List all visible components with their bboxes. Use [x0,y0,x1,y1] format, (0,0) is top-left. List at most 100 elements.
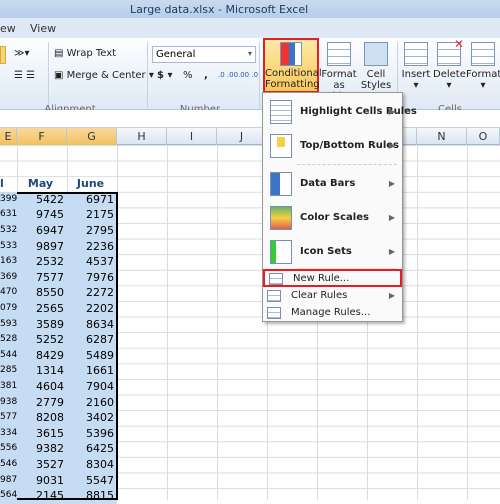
delete-button[interactable]: ✕ Delete ▾ [433,38,466,91]
data-cell[interactable]: 593 [0,316,17,333]
menu-item-top-bottom-rules[interactable]: Top/Bottom Rules ▶ [263,131,402,165]
menu-item-icon-sets[interactable]: Icon Sets ▶ [263,237,402,267]
data-cell[interactable]: 334 [0,425,17,442]
submenu-arrow-icon: ▶ [388,213,395,222]
color-scales-icon [270,206,292,230]
currency-button[interactable]: $ ▾ [157,70,172,81]
comma-button[interactable]: , [204,70,208,81]
menu-item-highlight-cells-rules[interactable]: Highlight Cells Rules ▶ [263,97,417,127]
window-title: Large data.xlsx - Microsoft Excel [130,3,309,16]
data-cell[interactable]: 285 [0,363,17,379]
column-header-j[interactable]: J [217,128,267,145]
percent-button[interactable]: % [183,70,193,81]
menu-item-clear-rules[interactable]: Clear Rules ▶ [263,288,402,304]
decrease-decimal-button[interactable]: .00 .0 [238,71,258,79]
column-header-o[interactable]: O [467,128,500,145]
menu-separator [297,164,397,165]
column-title[interactable]: May [17,176,67,192]
tab-review[interactable]: ew [0,22,16,35]
ribbon: ≫▾ ☰ ☰ ▤ Wrap Text ▣ Merge & Center ▾ Al… [0,38,500,115]
clear-rules-label: Clear Rules [291,290,348,301]
column-headers: EFGHIJKLMNO [0,128,500,145]
column-header-g[interactable]: G [67,128,117,145]
clear-rules-icon [267,290,281,302]
manage-rules-label: Manage Rules... [291,307,371,318]
insert-button[interactable]: Insert ▾ [400,42,432,91]
data-cell[interactable]: 938 [0,394,17,411]
submenu-arrow-icon: ▶ [388,247,395,256]
new-rule-icon [269,273,283,285]
number-format-value: General [156,49,196,60]
column-header-h[interactable]: H [117,128,167,145]
delete-label: Delete [433,69,466,80]
conditional-formatting-icon [280,42,302,66]
data-cell[interactable]: 556 [0,441,17,457]
data-cell[interactable]: 528 [0,332,17,348]
delete-cells-icon: ✕ [437,38,464,66]
orientation-icon[interactable]: ≫▾ [14,48,30,59]
cell-styles-label-1: Cell [366,69,386,80]
menu-item-data-bars[interactable]: Data Bars ▶ [263,169,402,199]
data-cell[interactable]: 381 [0,379,17,395]
new-rule-label: New Rule... [293,273,350,284]
merge-center-label: Merge & Center ▾ [66,70,154,81]
manage-rules-icon [267,307,281,319]
wrap-text-button[interactable]: ▤ Wrap Text [54,48,116,59]
data-cell[interactable]: 564 [0,488,17,504]
highlight-cells-icon [270,100,292,124]
data-cell[interactable]: 577 [0,410,17,426]
align-button[interactable] [0,46,6,64]
column-title[interactable]: l [0,176,17,192]
column-title[interactable]: June [67,176,117,192]
data-cell[interactable]: 470 [0,285,17,301]
conditional-formatting-menu: Highlight Cells Rules ▶ Top/Bottom Rules ▶ D… [262,92,417,322]
data-cell[interactable]: 532 [0,223,17,239]
conditional-formatting-button[interactable]: Conditional Formatting ▾ [263,38,322,101]
cell-styles-icon [364,42,388,66]
menu-item-label: Data Bars [300,178,356,189]
menu-item-new-rule[interactable]: New Rule... [263,269,402,287]
format-as-table-icon [327,42,351,66]
data-cell[interactable]: 546 [0,457,17,473]
increase-decimal-button[interactable]: .0 .00 [218,71,238,79]
conditional-formatting-label-1: Conditional [265,68,322,79]
submenu-arrow-icon: ▶ [388,179,395,188]
data-cell[interactable]: 079 [0,301,17,317]
submenu-arrow-icon: ▶ [388,141,395,150]
data-bars-icon [270,172,292,196]
merge-center-button[interactable]: ▣ Merge & Center ▾ [54,70,154,81]
wrap-text-label: Wrap Text [66,48,117,59]
menu-item-label: Color Scales [300,212,369,223]
menu-item-color-scales[interactable]: Color Scales ▶ [263,203,402,233]
data-cell[interactable]: 369 [0,269,17,286]
data-cell[interactable]: 987 [0,472,17,489]
column-header-n[interactable]: N [417,128,467,145]
number-format-select[interactable]: General ▾ [152,46,256,63]
format-label: Format [466,69,500,80]
insert-cells-icon [404,42,428,66]
icon-sets-icon [270,240,292,264]
formula-bar[interactable] [0,110,500,128]
data-cell[interactable]: 544 [0,347,17,364]
indent-icon[interactable]: ☰ ☰ [14,70,35,81]
data-cell[interactable]: 399 [0,191,17,208]
menu-item-label: Icon Sets [300,246,352,257]
insert-label: Insert [401,69,431,80]
top-bottom-icon [270,134,292,158]
column-header-e[interactable]: E [0,128,17,145]
menu-item-label: Highlight Cells Rules [300,106,417,117]
column-header-f[interactable]: F [17,128,67,145]
format-as-table-label-1: Format [321,69,357,80]
data-cell[interactable]: 533 [0,238,17,255]
ribbon-tabs: ew View [0,18,500,38]
data-cell[interactable]: 631 [0,207,17,223]
menu-item-label: Top/Bottom Rules [300,140,399,151]
submenu-arrow-icon: ▶ [388,107,395,116]
data-cell[interactable]: 163 [0,254,17,270]
tab-view[interactable]: View [30,22,56,35]
format-button[interactable]: Format ▾ [466,42,500,91]
menu-item-manage-rules[interactable]: Manage Rules... [263,305,402,321]
column-header-i[interactable]: I [167,128,217,145]
format-cells-icon [471,42,495,66]
title-bar: Large data.xlsx - Microsoft Excel [0,0,500,18]
